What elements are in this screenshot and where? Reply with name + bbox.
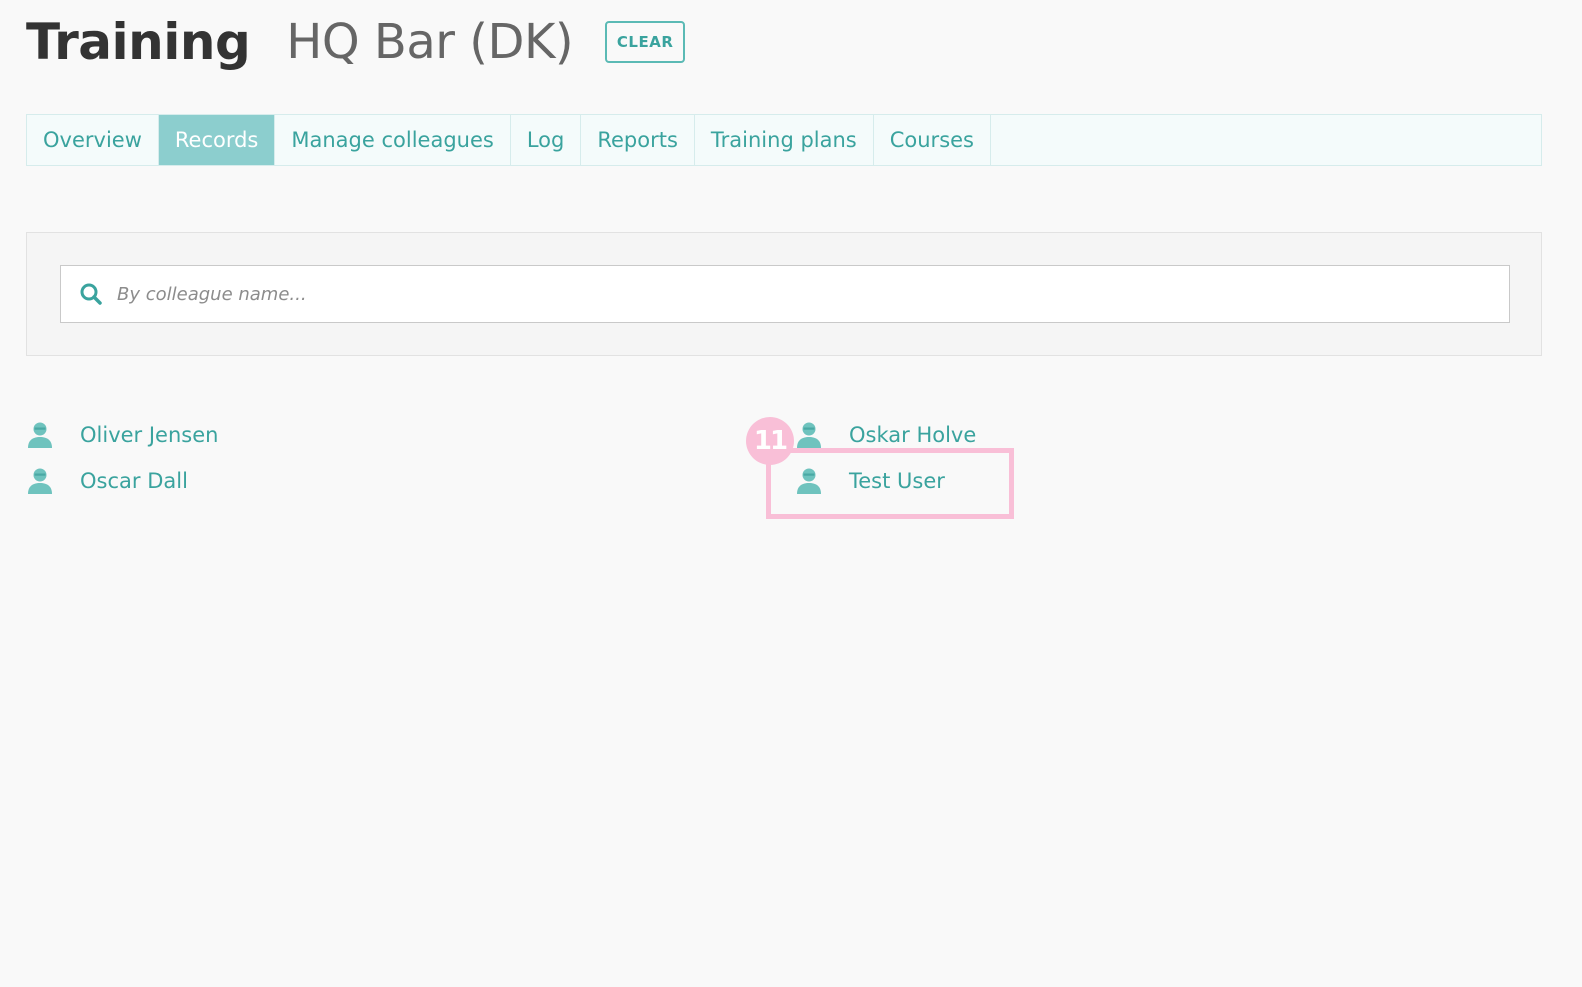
colleague-item-oscar-dall[interactable]: Oscar Dall <box>26 463 188 499</box>
search-box[interactable] <box>60 265 1510 323</box>
tab-overview[interactable]: Overview <box>27 115 159 165</box>
annotation-step-badge: 11 <box>746 417 794 465</box>
colleague-name: Oskar Holve <box>849 423 977 447</box>
tab-reports[interactable]: Reports <box>581 115 695 165</box>
colleague-item-oliver-jensen[interactable]: Oliver Jensen <box>26 417 218 453</box>
clear-button[interactable]: CLEAR <box>605 21 686 63</box>
search-input[interactable] <box>115 273 1499 315</box>
page-header: Training HQ Bar (DK) CLEAR <box>26 10 686 74</box>
tab-bar: Overview Records Manage colleagues Log R… <box>26 114 1542 166</box>
tab-records[interactable]: Records <box>158 115 276 165</box>
page-title: Training <box>26 13 251 71</box>
tab-courses[interactable]: Courses <box>874 115 991 165</box>
person-icon <box>28 468 52 494</box>
tab-log[interactable]: Log <box>511 115 582 165</box>
search-icon <box>80 283 102 305</box>
location-name: HQ Bar (DK) <box>286 14 574 70</box>
colleague-name: Oscar Dall <box>80 469 188 493</box>
annotation-highlight-box <box>766 448 1014 519</box>
person-icon <box>797 422 821 448</box>
colleague-name: Oliver Jensen <box>80 423 219 447</box>
search-panel <box>26 232 1542 356</box>
tab-manage-colleagues[interactable]: Manage colleagues <box>275 115 511 165</box>
person-icon <box>28 422 52 448</box>
tab-training-plans[interactable]: Training plans <box>695 115 874 165</box>
